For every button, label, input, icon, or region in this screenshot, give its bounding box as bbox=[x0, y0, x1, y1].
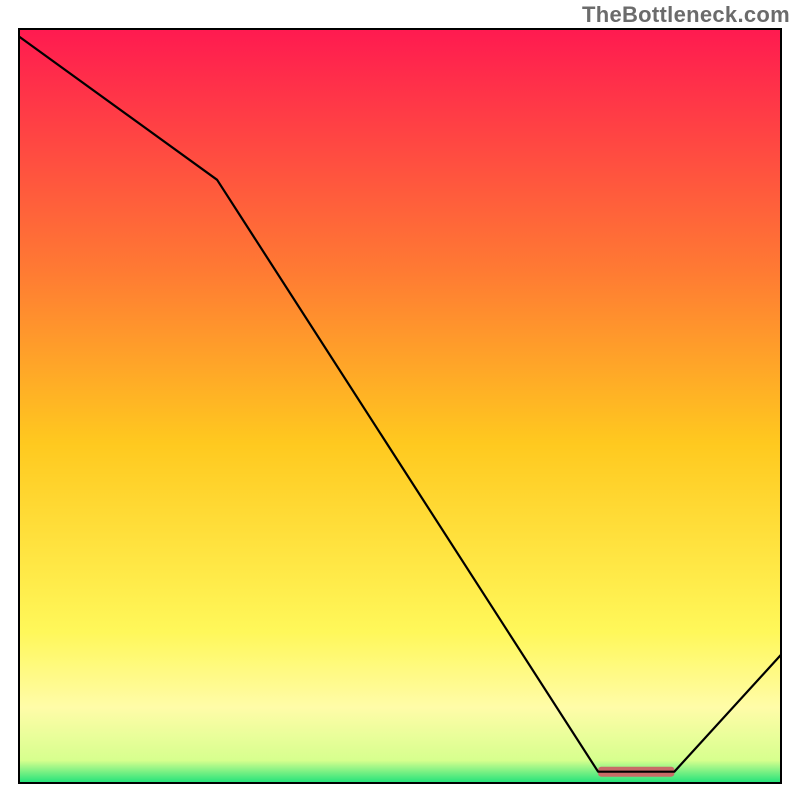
watermark-text: TheBottleneck.com bbox=[582, 2, 790, 28]
bottleneck-chart bbox=[0, 0, 800, 800]
chart-container: TheBottleneck.com bbox=[0, 0, 800, 800]
chart-background bbox=[19, 29, 781, 783]
